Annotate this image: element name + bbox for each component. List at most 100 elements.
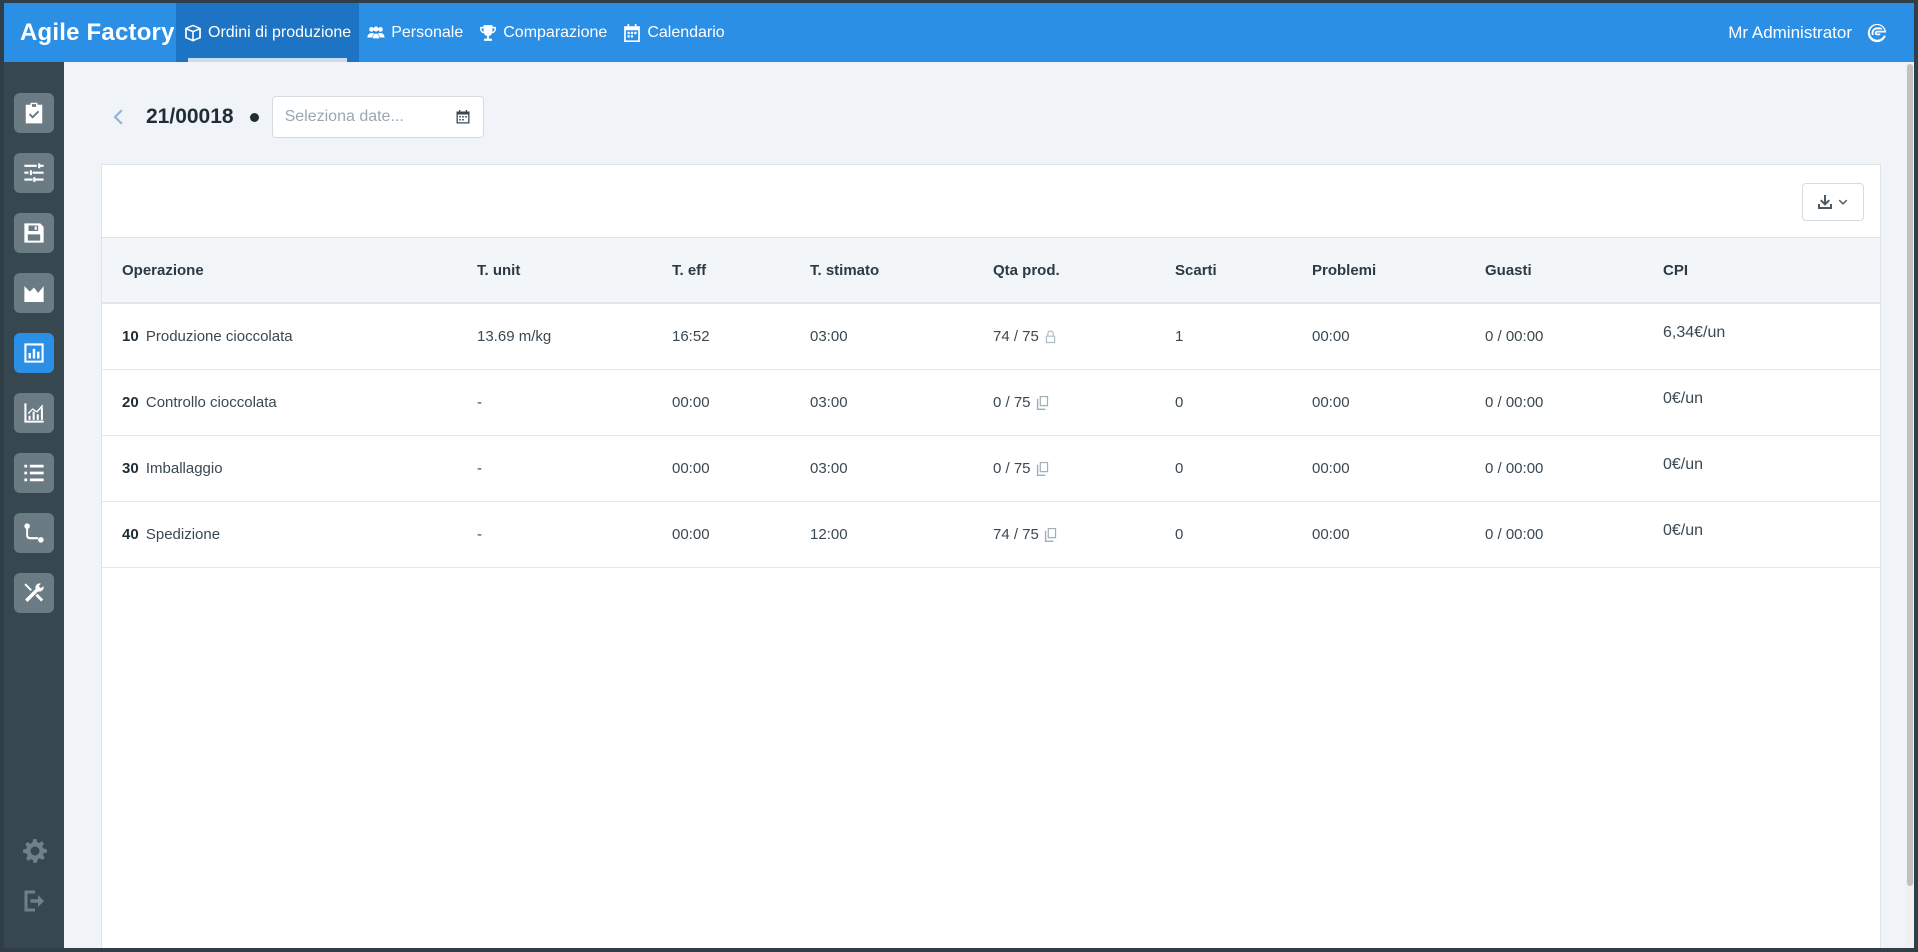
cell-guasti: 0 / 00:00 (1485, 525, 1544, 543)
sidebar-item-save[interactable] (14, 213, 54, 253)
cell-scarti: 1 (1175, 327, 1184, 345)
sidebar (4, 62, 64, 948)
download-icon (1818, 195, 1832, 209)
operation-name: Produzione cioccolata (145, 327, 293, 345)
chevron-left-icon (113, 109, 123, 125)
sidebar-logout[interactable] (22, 888, 48, 914)
date-input[interactable] (284, 108, 445, 126)
cell-operazione: 20 Controllo cioccolata (102, 369, 457, 435)
cell-cpi: 6,34€/un (1663, 324, 1726, 342)
scrollbar-thumb[interactable] (1907, 64, 1913, 886)
cell-cpi: 0€/un (1663, 456, 1704, 473)
sidebar-settings[interactable] (22, 838, 48, 864)
cell-t-unit: - (477, 525, 482, 543)
cell-operazione: 30 Imballaggio (102, 435, 457, 501)
table-row[interactable]: 30 Imballaggio - 00:00 03:00 0 / 75 0 00… (102, 435, 1880, 501)
nav-item-label: Ordini di produzione (208, 23, 352, 41)
col-cpi[interactable]: CPI (1643, 238, 1880, 303)
line-chart-icon (24, 403, 44, 423)
vertical-scrollbar[interactable] (1906, 62, 1914, 948)
nav-item-ordini[interactable]: Ordini di produzione (176, 3, 360, 62)
cell-t-eff: 00:00 (672, 459, 710, 477)
cell-t-stimato: 03:00 (810, 393, 848, 411)
table-row[interactable]: 20 Controllo cioccolata - 00:00 03:00 0 … (102, 369, 1880, 435)
cell-operazione: 40 Spedizione (102, 501, 457, 567)
operations-table: Operazione T. unit T. eff T. stimato Qta… (102, 238, 1880, 568)
cell-qta: 0 / 75 (973, 435, 1155, 501)
col-t-stimato[interactable]: T. stimato (790, 238, 973, 303)
qta-value: 0 / 75 (993, 393, 1031, 411)
cell-qta: 74 / 75 (973, 303, 1155, 369)
nav-item-calendario[interactable]: Calendario (615, 3, 732, 62)
filters-icon (24, 163, 44, 182)
table-header-row: Operazione T. unit T. eff T. stimato Qta… (102, 238, 1880, 303)
qta-value: 0 / 75 (993, 459, 1031, 477)
cell-guasti: 0 / 00:00 (1485, 393, 1544, 411)
copy-icon[interactable] (1035, 461, 1050, 476)
order-id: 21/00018 (146, 105, 234, 128)
card-toolbar (102, 165, 1880, 238)
col-scarti[interactable]: Scarti (1155, 238, 1292, 303)
sidebar-item-reports[interactable] (14, 333, 54, 373)
operation-name: Spedizione (145, 525, 221, 543)
sidebar-item-list[interactable] (14, 453, 54, 493)
sidebar-item-routing[interactable] (14, 513, 54, 553)
cell-qta: 0 / 75 (973, 369, 1155, 435)
cell-cpi: 0€/un (1663, 522, 1704, 539)
copy-icon[interactable] (1035, 395, 1050, 410)
users-icon (367, 26, 385, 38)
table-row[interactable]: 40 Spedizione - 00:00 12:00 74 / 75 0 00… (102, 501, 1880, 567)
nav-item-comparazione[interactable]: Comparazione (471, 3, 615, 62)
cell-scarti: 0 (1175, 393, 1184, 411)
user-menu[interactable]: Mr Administrator (1728, 3, 1888, 62)
operation-name: Imballaggio (145, 459, 223, 477)
chevron-down-icon (1838, 199, 1848, 205)
operation-number: 40 (122, 525, 139, 543)
cell-t-eff: 16:52 (672, 327, 710, 345)
back-button[interactable] (104, 102, 134, 132)
cell-scarti: 0 (1175, 459, 1184, 477)
cell-t-eff: 00:00 (672, 525, 710, 543)
gear-icon (23, 839, 47, 863)
sidebar-item-tools[interactable] (14, 573, 54, 613)
col-qta-prod[interactable]: Qta prod. (973, 238, 1155, 303)
operation-name: Controllo cioccolata (145, 393, 277, 411)
user-name: Mr Administrator (1728, 22, 1852, 42)
sidebar-item-analytics[interactable] (14, 393, 54, 433)
nav-item-label: Comparazione (503, 23, 608, 41)
nav-item-label: Personale (391, 23, 464, 41)
cell-t-stimato: 03:00 (810, 327, 848, 345)
sidebar-item-area-chart[interactable] (14, 273, 54, 313)
cell-t-unit: 13.69 m/kg (477, 327, 552, 345)
cell-t-stimato: 12:00 (810, 525, 848, 543)
brand-logo-icon (1867, 23, 1887, 42)
col-t-eff[interactable]: T. eff (652, 238, 790, 303)
nav-item-personale[interactable]: Personale (359, 3, 471, 62)
cell-qta: 74 / 75 (973, 501, 1155, 567)
col-operazione[interactable]: Operazione (102, 238, 457, 303)
operation-number: 10 (122, 327, 139, 345)
cell-problemi: 00:00 (1312, 525, 1350, 543)
cell-cpi: 0€/un (1663, 390, 1704, 407)
calendar-icon (456, 110, 470, 124)
operation-number: 30 (122, 459, 139, 477)
brand-logo[interactable]: Agile Factory (4, 19, 176, 47)
status-dot (249, 112, 259, 122)
cell-problemi: 00:00 (1312, 327, 1350, 345)
copy-icon[interactable] (1043, 527, 1058, 542)
clipboard-check-icon (25, 102, 43, 124)
sidebar-item-filters[interactable] (14, 153, 54, 193)
cell-scarti: 0 (1175, 525, 1184, 543)
col-t-unit[interactable]: T. unit (457, 238, 652, 303)
col-guasti[interactable]: Guasti (1465, 238, 1643, 303)
table-row[interactable]: 10 Produzione cioccolata 13.69 m/kg 16:5… (102, 303, 1880, 369)
col-problemi[interactable]: Problemi (1292, 238, 1465, 303)
lock-icon[interactable] (1043, 329, 1058, 344)
cell-problemi: 00:00 (1312, 393, 1350, 411)
qta-value: 74 / 75 (993, 525, 1039, 543)
date-range-picker[interactable] (271, 96, 484, 138)
main-nav: Ordini di produzione Personale Comparazi… (176, 3, 733, 62)
sidebar-item-tasks[interactable] (14, 93, 54, 133)
export-button[interactable] (1802, 183, 1864, 221)
tools-icon (24, 583, 44, 602)
